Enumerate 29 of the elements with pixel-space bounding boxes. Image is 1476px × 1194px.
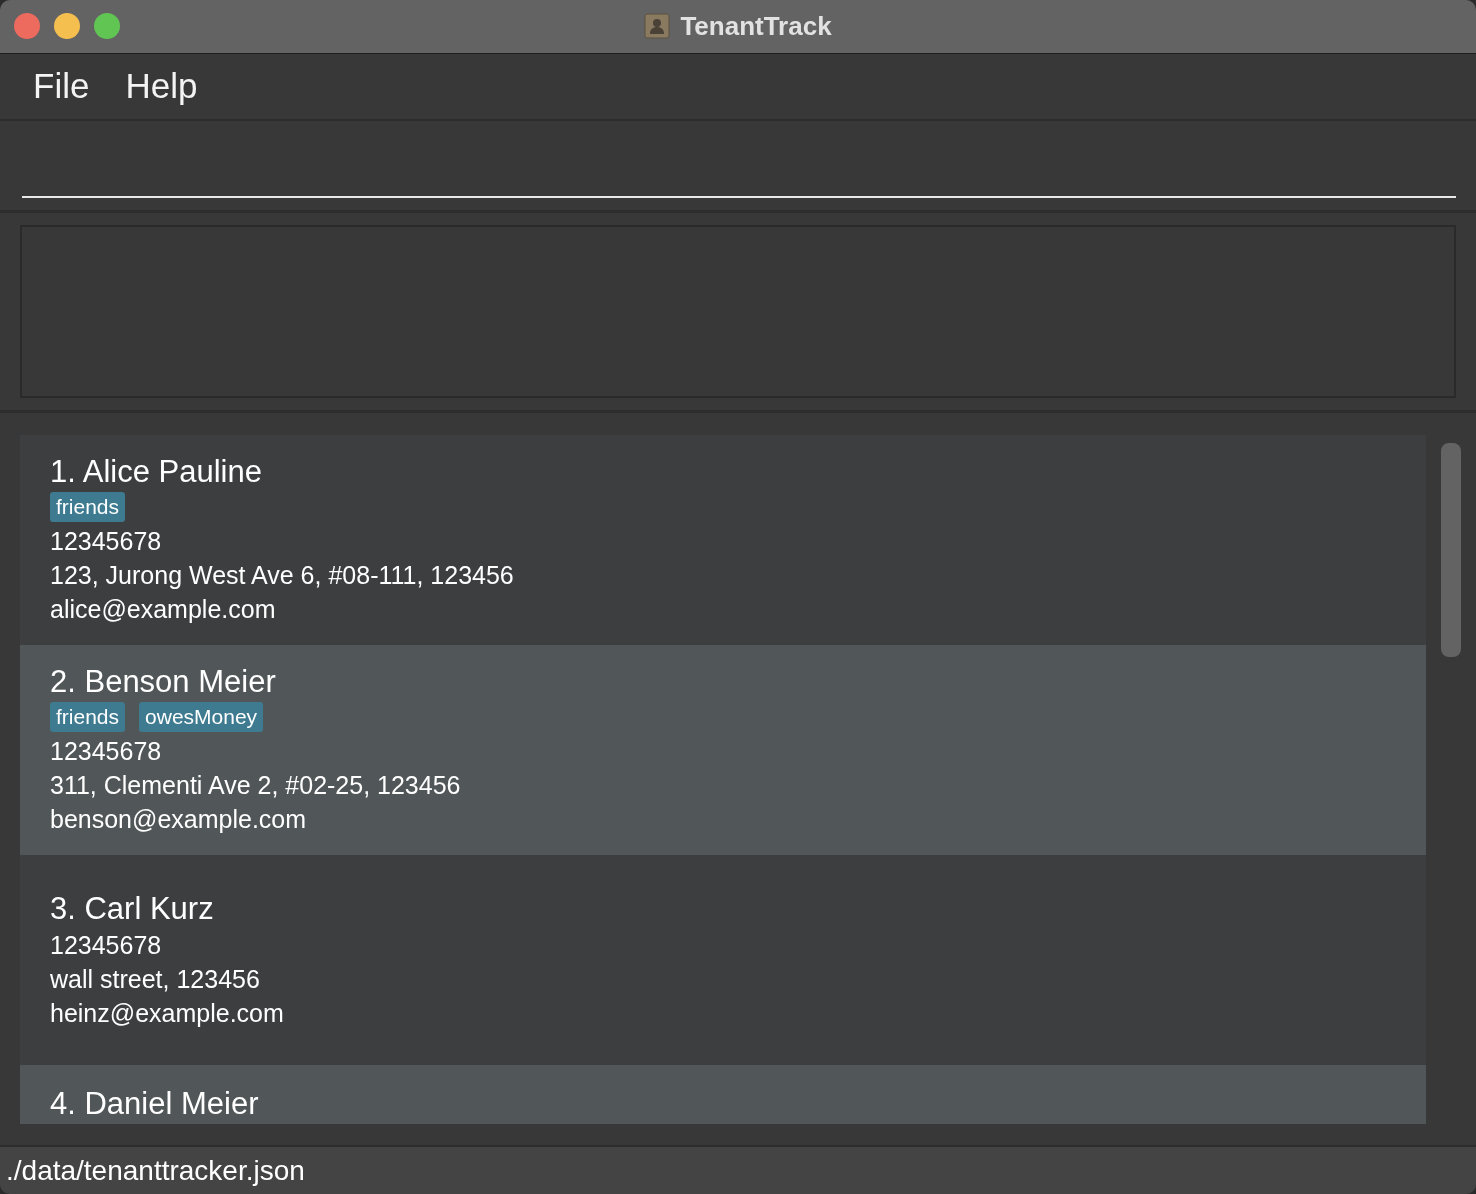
person-card[interactable]: 1. Alice Pauline friends 12345678 123, Jurong West Ave 6, #08-111, 123456 alice@example.com — [20, 434, 1426, 645]
phone-number: 12345678 — [50, 526, 162, 558]
person-card[interactable]: 2. Benson Meier friends owesMoney 12345678 311, Clementi Ave 2, #02-25, 123456 benson@example.com — [20, 644, 1426, 855]
file-path: ./data/tenanttracker.json — [6, 1154, 305, 1187]
address: 123, Jurong West Ave 6, #08-111, 123456 — [50, 560, 514, 592]
person-name: 3. Carl Kurz — [50, 889, 214, 928]
window-title: TenantTrack — [680, 10, 832, 42]
person-card[interactable]: 3. Carl Kurz 12345678 wall street, 123456 heinz@example.com — [20, 854, 1426, 1065]
email-address: alice@example.com — [50, 594, 276, 626]
menu-item[interactable]: Help — [125, 66, 198, 107]
person-card[interactable]: 4. Daniel Meier — [20, 1064, 1426, 1124]
address: wall street, 123456 — [50, 963, 260, 995]
tag-label: friends — [50, 702, 126, 733]
person-name: 1. Alice Pauline — [50, 453, 262, 492]
person-name: 4. Daniel Meier — [50, 1084, 259, 1123]
zoom-button[interactable] — [94, 13, 120, 40]
email-address: heinz@example.com — [50, 997, 284, 1029]
tag-label: owesMoney — [139, 702, 264, 733]
phone-number: 12345678 — [50, 736, 162, 768]
menu-item[interactable]: File — [33, 66, 90, 107]
address: 311, Clementi Ave 2, #02-25, 123456 — [50, 770, 461, 802]
minimize-button[interactable] — [54, 13, 80, 40]
close-button[interactable] — [14, 13, 40, 40]
scrollbar-thumb[interactable] — [1441, 442, 1461, 657]
person-name: 2. Benson Meier — [50, 663, 276, 702]
person-icon — [644, 13, 671, 40]
tag-label: friends — [50, 492, 126, 523]
email-address: benson@example.com — [50, 804, 307, 836]
phone-number: 12345678 — [50, 929, 162, 961]
